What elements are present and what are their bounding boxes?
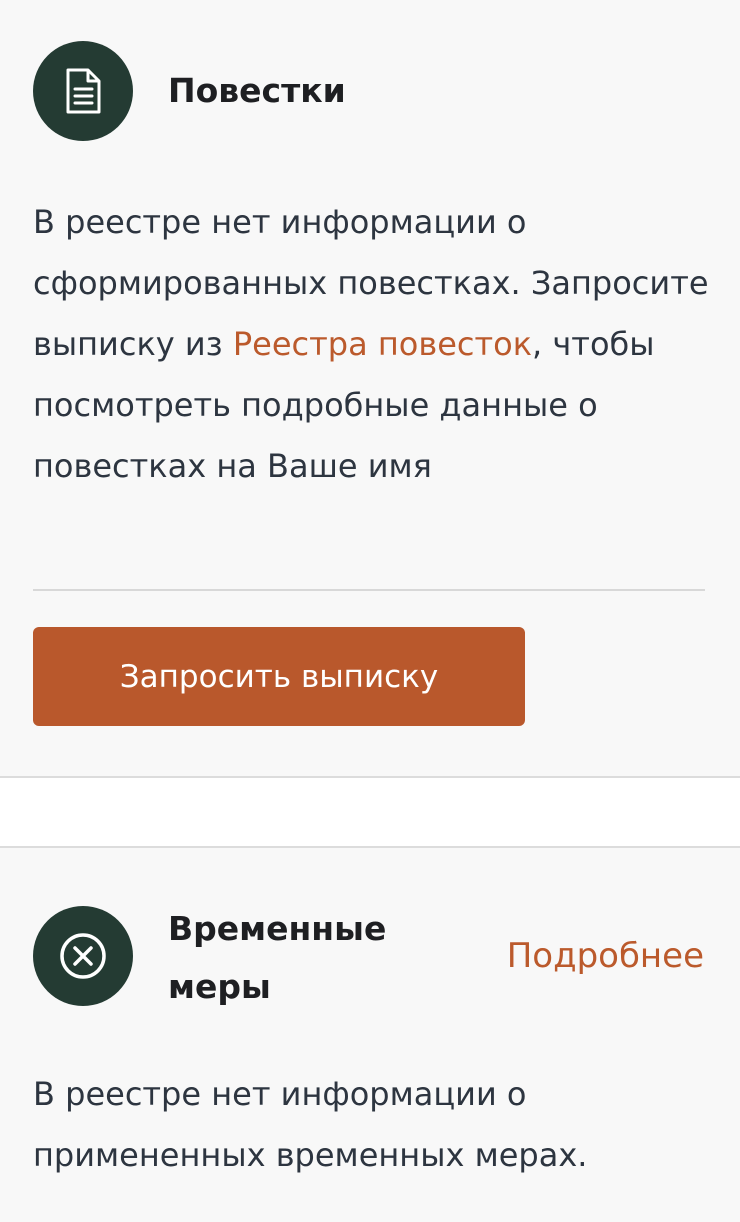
title-line-2: меры <box>168 967 271 1006</box>
title-line-1: Временные <box>168 909 387 948</box>
temporary-measures-description: В реестре нет информации о примененных в… <box>33 1075 588 1174</box>
summons-registry-link[interactable]: Реестра повесток <box>233 325 532 363</box>
close-circle-icon <box>33 906 133 1006</box>
temporary-measures-card: Временные меры В реестре нет информации … <box>0 846 740 1222</box>
summons-title: Повестки <box>168 71 346 110</box>
request-extract-button[interactable]: Запросить выписку <box>33 627 525 726</box>
section-gap <box>0 778 740 846</box>
document-icon <box>33 41 133 141</box>
more-details-link[interactable]: Подробнее <box>507 928 704 984</box>
summons-card: Повестки В реестре нет информации о сфор… <box>0 0 740 778</box>
divider <box>33 589 705 591</box>
temporary-measures-title: Временные меры <box>168 900 386 1016</box>
summons-description: В реестре нет информации о сформированны… <box>33 192 713 497</box>
